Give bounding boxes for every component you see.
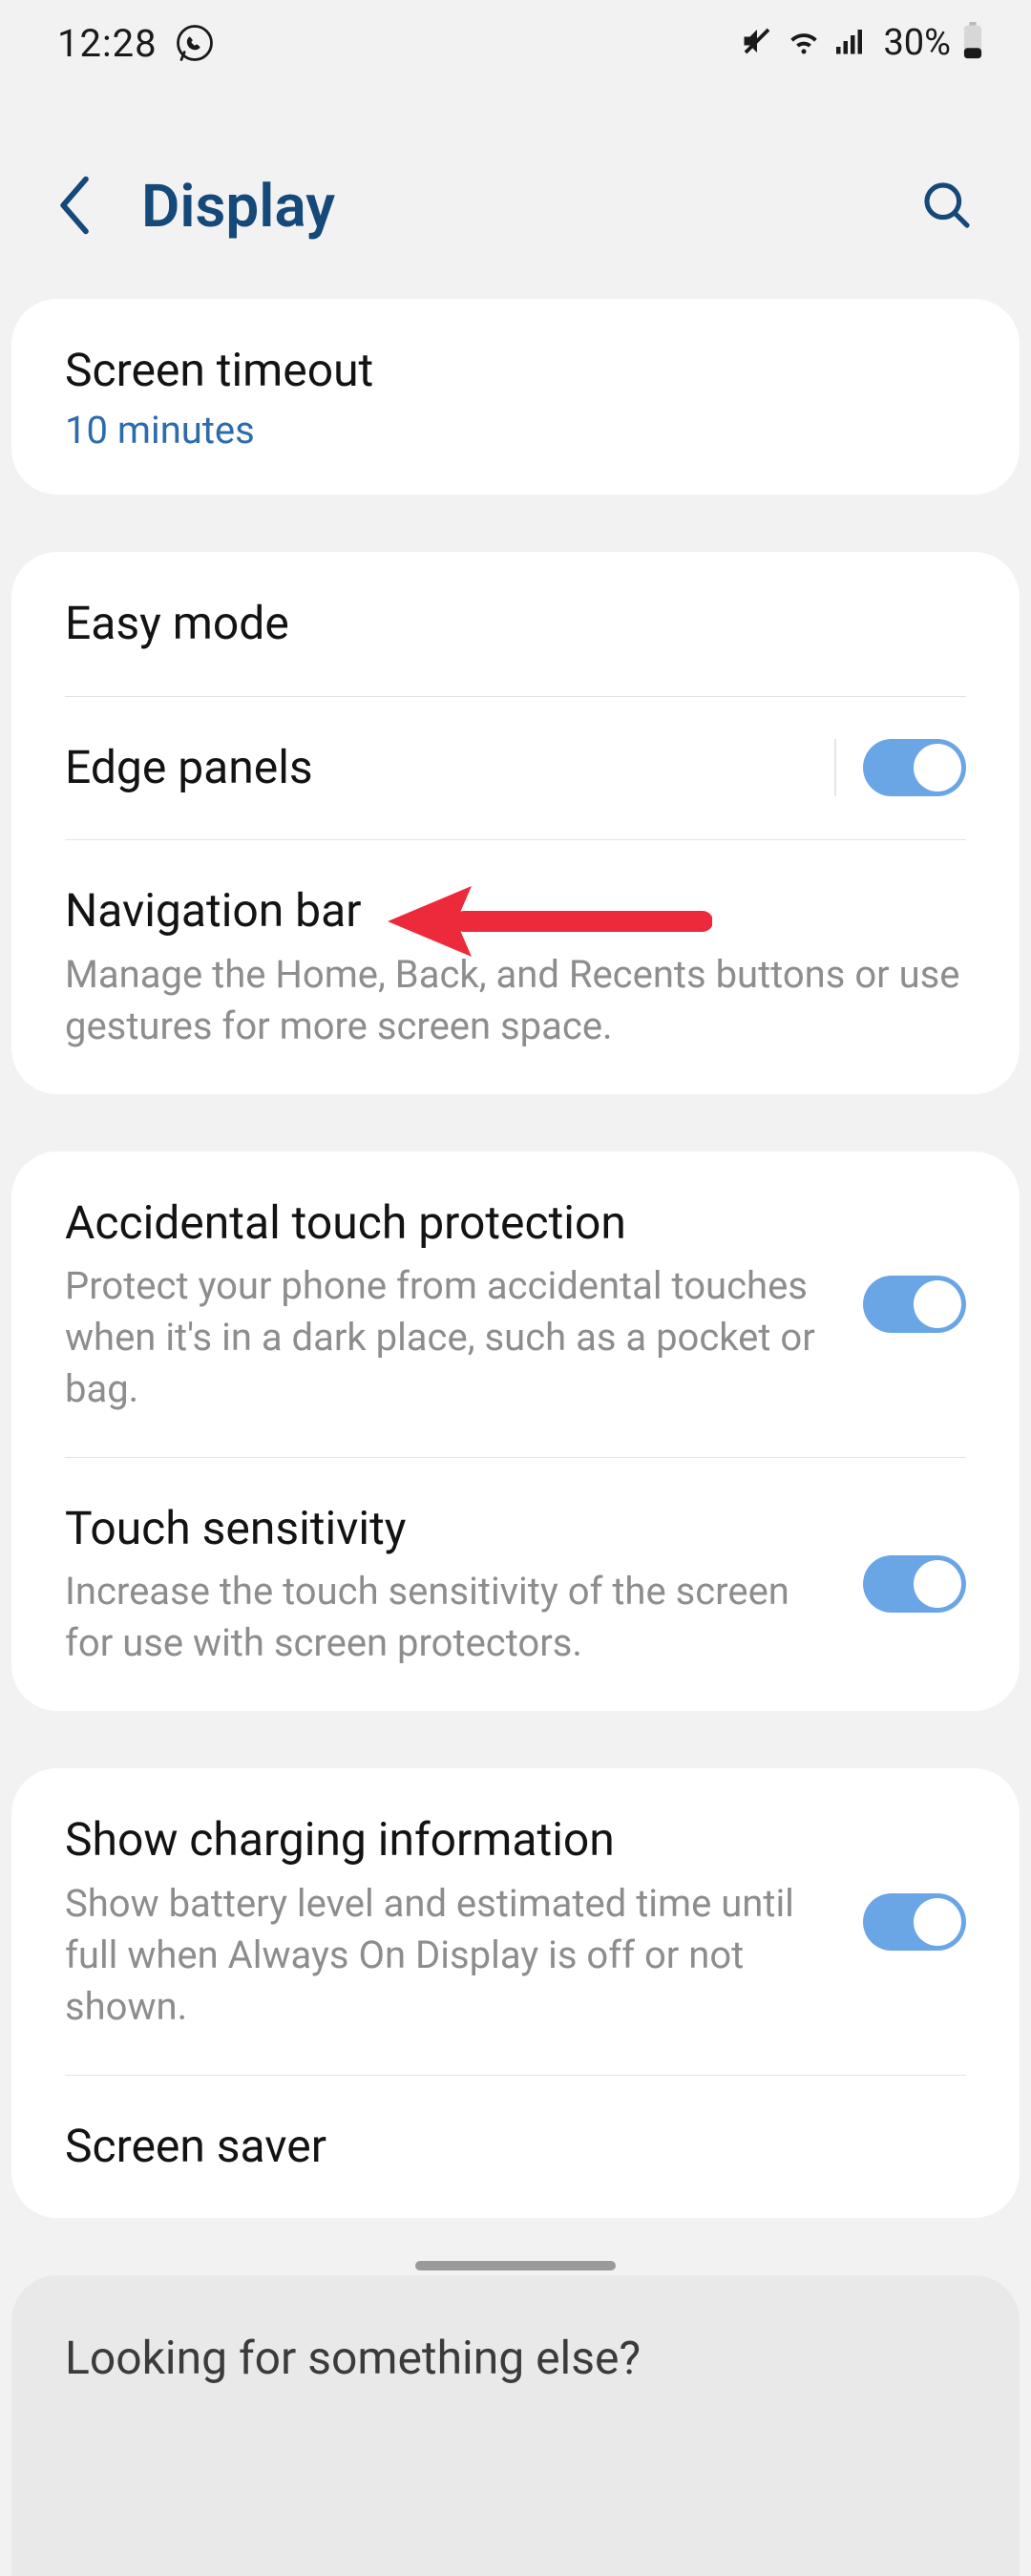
- page-title: Display: [141, 172, 335, 242]
- search-button[interactable]: [920, 179, 974, 236]
- navigation-bar-desc: Manage the Home, Back, and Recents butto…: [65, 949, 966, 1052]
- back-button[interactable]: [57, 176, 94, 239]
- status-time: 12:28: [57, 21, 158, 66]
- vertical-divider: [834, 739, 836, 796]
- touch-sensitivity-title: Touch sensitivity: [65, 1499, 825, 1558]
- screen-saver-title: Screen saver: [65, 2117, 966, 2176]
- row-accidental-touch[interactable]: Accidental touch protection Protect your…: [11, 1151, 1020, 1457]
- screen-timeout-title: Screen timeout: [65, 341, 966, 400]
- header-left: Display: [57, 172, 335, 242]
- wifi-icon: [786, 23, 822, 63]
- card-touch: Accidental touch protection Protect your…: [11, 1151, 1020, 1712]
- charging-info-title: Show charging information: [65, 1810, 825, 1869]
- easy-mode-title: Easy mode: [65, 594, 289, 653]
- charging-info-toggle[interactable]: [863, 1893, 966, 1951]
- home-indicator[interactable]: [415, 2261, 616, 2270]
- row-screen-timeout[interactable]: Screen timeout 10 minutes: [11, 299, 1020, 495]
- mute-icon: [740, 24, 774, 62]
- row-easy-mode[interactable]: Easy mode: [11, 552, 1020, 695]
- charging-info-desc: Show battery level and estimated time un…: [65, 1878, 825, 2033]
- signal-icon: [833, 24, 868, 62]
- battery-percentage: 30%: [883, 22, 951, 64]
- card-timeout: Screen timeout 10 minutes: [11, 299, 1020, 495]
- edge-panels-toggle[interactable]: [863, 739, 966, 796]
- footer-card[interactable]: Looking for something else?: [11, 2275, 1020, 2576]
- accidental-touch-toggle[interactable]: [863, 1276, 966, 1333]
- footer-title: Looking for something else?: [65, 2331, 966, 2385]
- touch-sensitivity-desc: Increase the touch sensitivity of the sc…: [65, 1566, 825, 1669]
- accidental-touch-title: Accidental touch protection: [65, 1193, 825, 1253]
- row-navigation-bar[interactable]: Navigation bar Manage the Home, Back, an…: [11, 839, 1020, 1093]
- status-left: 12:28: [57, 21, 215, 66]
- row-charging-info[interactable]: Show charging information Show battery l…: [11, 1768, 1020, 2074]
- edge-panels-title: Edge panels: [65, 738, 313, 797]
- row-touch-sensitivity[interactable]: Touch sensitivity Increase the touch sen…: [11, 1457, 1020, 1711]
- status-right: 30%: [740, 22, 983, 64]
- card-misc: Show charging information Show battery l…: [11, 1768, 1020, 2218]
- touch-sensitivity-toggle[interactable]: [863, 1555, 966, 1613]
- whatsapp-icon: [175, 23, 215, 63]
- navigation-bar-title: Navigation bar: [65, 881, 966, 940]
- accidental-touch-desc: Protect your phone from accidental touch…: [65, 1260, 825, 1415]
- battery-icon: [962, 22, 983, 64]
- row-edge-panels[interactable]: Edge panels: [11, 696, 1020, 839]
- screen-timeout-value: 10 minutes: [65, 408, 966, 453]
- status-bar: 12:28: [0, 0, 1031, 86]
- row-screen-saver[interactable]: Screen saver: [11, 2075, 1020, 2218]
- app-header: Display: [0, 86, 1031, 299]
- card-interface: Easy mode Edge panels Navigation bar Man…: [11, 552, 1020, 1093]
- edge-panels-toggle-wrap: [834, 739, 966, 796]
